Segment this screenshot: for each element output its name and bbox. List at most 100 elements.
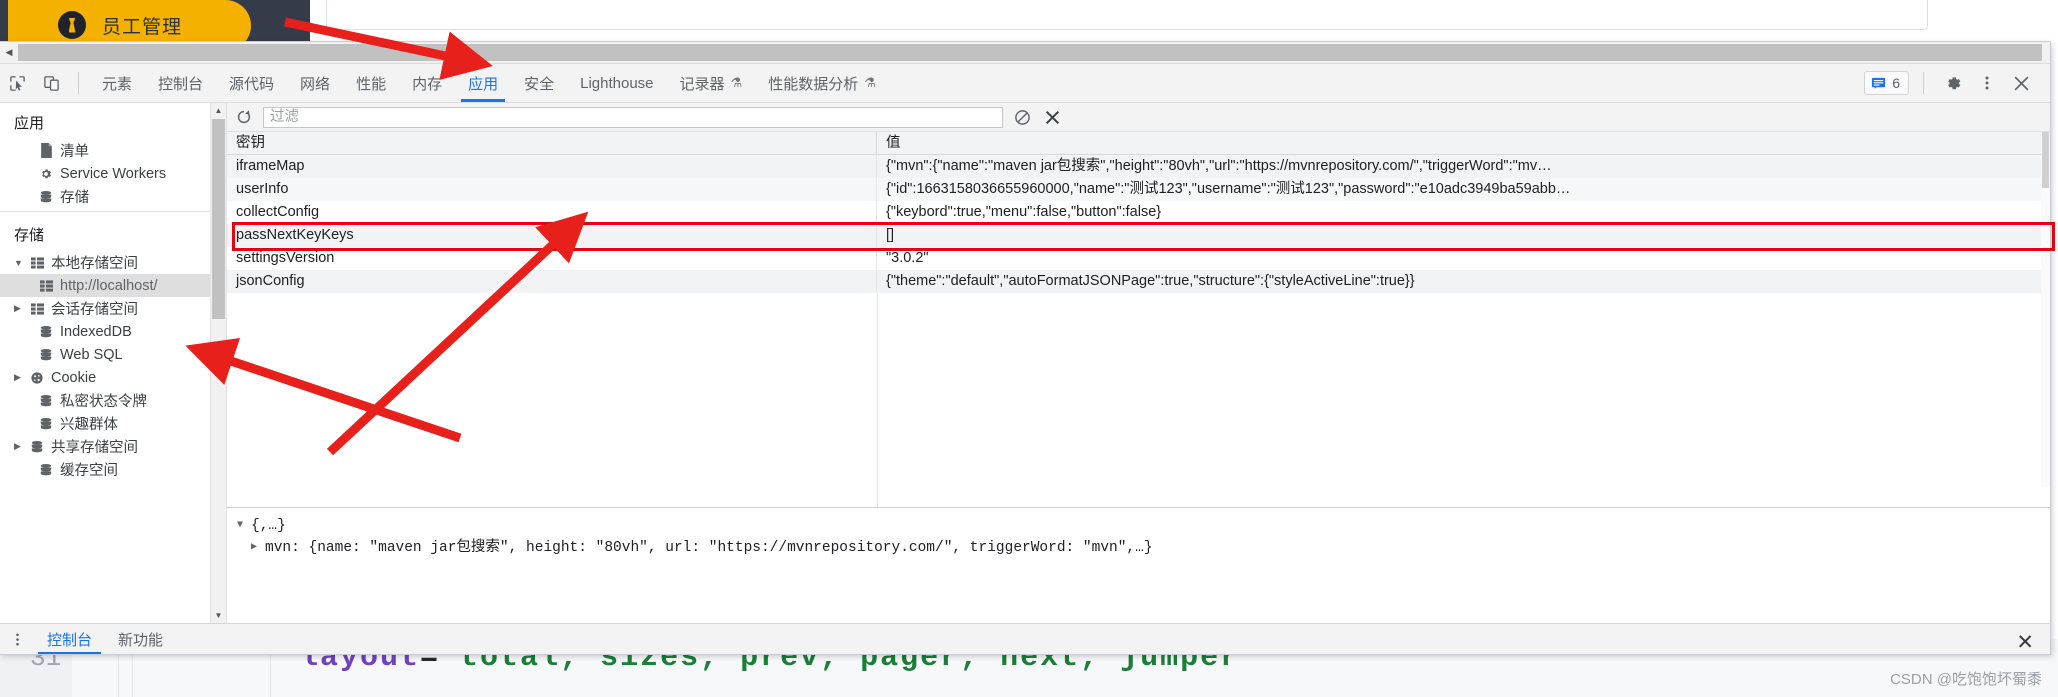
tab-recorder[interactable]: 记录器 ⚗ — [667, 64, 756, 102]
sidebar-item-service-workers[interactable]: Service Workers — [0, 162, 226, 185]
sidebar-item-interest-groups[interactable]: 兴趣群体 — [0, 412, 226, 435]
table-row[interactable]: jsonConfig {"theme":"default","autoForma… — [227, 270, 2050, 293]
table-row[interactable]: settingsVersion "3.0.2" — [227, 247, 2050, 270]
device-toolbar-icon[interactable] — [34, 64, 68, 102]
sidebar-item-label: 会话存储空间 — [51, 302, 138, 318]
filter-input[interactable] — [263, 106, 1003, 128]
sidebar-item-session-storage[interactable]: ▶ 会话存储空间 — [0, 297, 226, 320]
column-header-key[interactable]: 密钥 — [227, 132, 877, 154]
sidebar-item-private-state-tokens[interactable]: 私密状态令牌 — [0, 389, 226, 412]
sidebar-item-cache-storage[interactable]: 缓存空间 — [0, 458, 226, 481]
database-icon — [36, 394, 56, 408]
row-value: {"id":1663158036655960000,"name":"测试123"… — [886, 181, 1571, 197]
sidebar-section-application: 应用 — [14, 115, 45, 132]
drawer-tab-whats-new[interactable]: 新功能 — [105, 624, 176, 654]
horizontal-scrollbar[interactable]: ◀ — [0, 42, 2050, 64]
sidebar-item-label: 存储 — [60, 190, 89, 206]
message-count-badge[interactable]: 6 — [1864, 71, 1909, 95]
table-icon — [27, 256, 47, 269]
chevron-down-icon[interactable]: ▼ — [237, 515, 251, 537]
sidebar-item-label: Cookie — [51, 369, 97, 386]
sidebar-item-manifest[interactable]: 清单 — [0, 139, 226, 162]
sidebar-item-storage[interactable]: 存储 — [0, 185, 226, 208]
flask-icon: ⚗ — [730, 75, 743, 90]
database-icon — [36, 325, 56, 339]
content-scrollbar-thumb[interactable] — [2042, 132, 2049, 188]
sidebar-item-localhost-origin[interactable]: http://localhost/ — [0, 274, 226, 297]
devtools-body: 应用 清单 Service Workers 存储 存储 ▼ 本地存储空间 htt… — [0, 103, 2050, 623]
tab-memory[interactable]: 内存 — [399, 64, 455, 102]
content-vertical-scrollbar[interactable] — [2041, 132, 2050, 487]
tab-elements[interactable]: 元素 — [89, 64, 145, 102]
chevron-down-icon[interactable]: ▼ — [14, 258, 27, 268]
table-header-row: 密钥 值 — [227, 132, 2050, 155]
inspect-cursor-icon[interactable] — [0, 64, 34, 102]
drawer-tab-console[interactable]: 控制台 — [34, 624, 105, 654]
row-value: {"theme":"default","autoFormatJSONPage":… — [886, 273, 1415, 289]
sidebar-item-shared-storage[interactable]: ▶ 共享存储空间 — [0, 435, 226, 458]
table-row[interactable]: collectConfig {"keybord":true,"menu":fal… — [227, 201, 2050, 224]
tab-label: 性能 — [356, 75, 387, 93]
row-value: {"mvn":{"name":"maven jar包搜索","height":"… — [886, 158, 1552, 174]
drawer-tab-label: 新功能 — [118, 631, 164, 649]
sidebar-item-label: 共享存储空间 — [51, 440, 138, 456]
tab-label: 安全 — [524, 75, 555, 93]
table-row[interactable]: passNextKeyKeys [] — [227, 224, 2050, 247]
scrollbar-thumb[interactable] — [18, 44, 2042, 61]
tab-network[interactable]: 网络 — [287, 64, 343, 102]
tab-performance[interactable]: 性能 — [343, 64, 399, 102]
sidebar-scrollbar[interactable]: ▲ ▼ — [210, 103, 226, 623]
local-storage-table: 密钥 值 iframeMap {"mvn":{"name":"maven jar… — [227, 132, 2050, 293]
cookie-icon — [27, 371, 47, 385]
refresh-icon[interactable] — [233, 106, 255, 128]
row-value: "3.0.2" — [886, 250, 929, 266]
tab-label: Lighthouse — [580, 74, 654, 92]
gear-icon[interactable] — [1938, 68, 1968, 98]
table-icon — [36, 279, 56, 292]
tab-sources[interactable]: 源代码 — [216, 64, 287, 102]
scroll-up-arrow-icon[interactable]: ▲ — [211, 103, 226, 118]
tab-console[interactable]: 控制台 — [145, 64, 216, 102]
chevron-right-icon[interactable]: ▶ — [14, 372, 27, 383]
message-bubble-icon — [1872, 77, 1886, 89]
row-key: settingsVersion — [227, 247, 877, 270]
tab-application[interactable]: 应用 — [455, 64, 511, 102]
close-icon[interactable] — [2006, 68, 2036, 98]
sidebar-section-storage: 存储 — [14, 227, 45, 244]
preview-child-label: mvn: {name: "maven jar包搜索", height: "80v… — [265, 540, 1153, 556]
kebab-menu-icon[interactable] — [0, 624, 34, 654]
preview-root-line[interactable]: ▼ {,…} — [237, 515, 2050, 537]
close-icon[interactable]: ✕ — [2016, 630, 2034, 655]
preview-child-line[interactable]: ▶ mvn: {name: "maven jar包搜索", height: "8… — [237, 537, 2050, 559]
chevron-right-icon[interactable]: ▶ — [251, 537, 265, 559]
sidebar-item-label: 清单 — [60, 144, 89, 160]
chevron-right-icon[interactable]: ▶ — [14, 303, 27, 314]
sidebar-scrollbar-thumb[interactable] — [212, 119, 225, 319]
column-header-value[interactable]: 值 — [877, 132, 2050, 154]
row-value: [] — [886, 227, 895, 243]
sidebar-item-cookie[interactable]: ▶ Cookie — [0, 366, 226, 389]
clear-all-icon[interactable] — [1011, 106, 1033, 128]
sidebar-item-indexeddb[interactable]: IndexedDB — [0, 320, 226, 343]
sidebar-item-local-storage[interactable]: ▼ 本地存储空间 — [0, 251, 226, 274]
row-key: passNextKeyKeys — [227, 224, 877, 247]
tab-performance-insights[interactable]: 性能数据分析 ⚗ — [755, 64, 889, 102]
tab-label: 元素 — [102, 75, 133, 93]
chevron-right-icon[interactable]: ▶ — [14, 441, 27, 452]
delete-selected-icon[interactable] — [1041, 106, 1063, 128]
scroll-down-arrow-icon[interactable]: ▼ — [211, 608, 226, 623]
tab-lighthouse[interactable]: Lighthouse — [567, 64, 666, 102]
document-icon — [36, 143, 56, 158]
tab-security[interactable]: 安全 — [511, 64, 567, 102]
message-count: 6 — [1892, 75, 1900, 91]
necktie-logo-icon — [58, 11, 86, 39]
database-icon — [36, 348, 56, 362]
sidebar-item-label: 本地存储空间 — [51, 256, 138, 272]
table-row[interactable]: userInfo {"id":1663158036655960000,"name… — [227, 178, 2050, 201]
application-sidebar: 应用 清单 Service Workers 存储 存储 ▼ 本地存储空间 htt… — [0, 103, 227, 623]
sidebar-item-web-sql[interactable]: Web SQL — [0, 343, 226, 366]
scroll-left-arrow-icon[interactable]: ◀ — [0, 42, 18, 63]
table-row[interactable]: iframeMap {"mvn":{"name":"maven jar包搜索",… — [227, 155, 2050, 178]
sidebar-item-label: IndexedDB — [60, 323, 132, 340]
kebab-menu-icon[interactable] — [1972, 68, 2002, 98]
